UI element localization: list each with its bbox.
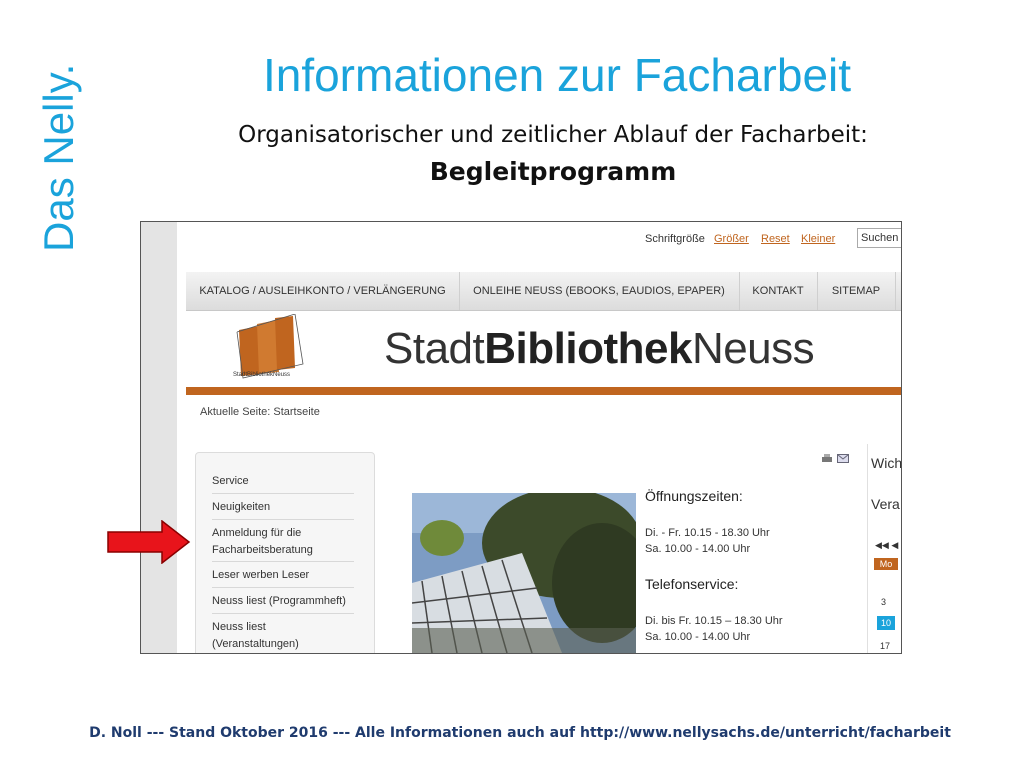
top-utility-bar: Schriftgröße Größer Reset Kleiner Suchen	[177, 222, 901, 262]
library-building-photo	[412, 493, 636, 653]
phone-service-title: Telefonservice:	[645, 576, 739, 592]
slide-subtitle: Organisatorischer und zeitlicher Ablauf …	[238, 122, 868, 148]
sidebar-menu: Service Neuigkeiten Anmeldung für die Fa…	[195, 452, 375, 653]
menu-item-facharbeitsberatung[interactable]: Anmeldung für die Facharbeitsberatung	[212, 525, 354, 562]
site-brand: StadtBibliothekNeuss	[384, 324, 815, 374]
right-heading-1: Wich	[871, 455, 902, 471]
menu-item-leser-werben[interactable]: Leser werben Leser	[212, 567, 354, 588]
nav-item-onleihe[interactable]: ONLEIHE NEUSS (EBOOKS, EAUDIOS, EPAPER)	[459, 272, 740, 310]
phone-service-line-2: Sa. 10.00 - 14.00 Uhr	[645, 631, 751, 643]
calendar-day-header: Mo	[874, 558, 898, 570]
nav-item-kontakt[interactable]: KONTAKT	[739, 272, 818, 310]
brand-stadt: Stadt	[384, 324, 485, 373]
right-column-divider	[867, 444, 868, 653]
logo-caption: StadtBibliothekNeuss	[233, 372, 291, 378]
main-nav: KATALOG / AUSLEIHKONTO / VERLÄNGERUNG ON…	[186, 272, 901, 311]
font-reset-link[interactable]: Reset	[761, 233, 790, 245]
search-input[interactable]: Suchen	[857, 228, 901, 248]
slide-title: Informationen zur Facharbeit	[262, 49, 852, 101]
brand-bibliothek: Bibliothek	[484, 324, 692, 373]
header-rule	[186, 387, 901, 395]
phone-service-line-1: Di. bis Fr. 10.15 – 18.30 Uhr	[645, 615, 783, 627]
font-larger-link[interactable]: Größer	[714, 233, 749, 245]
slide-subtitle-bold: Begleitprogramm	[429, 157, 677, 186]
slide-footer: D. Noll --- Stand Oktober 2016 --- Alle …	[89, 725, 951, 741]
menu-item-neuigkeiten[interactable]: Neuigkeiten	[212, 499, 354, 520]
calendar-nav[interactable]: ◀◀ ◀	[875, 540, 898, 551]
calendar-date-10[interactable]: 10	[877, 616, 895, 630]
nav-item-katalog[interactable]: KATALOG / AUSLEIHKONTO / VERLÄNGERUNG	[186, 272, 460, 310]
library-page: Schriftgröße Größer Reset Kleiner Suchen…	[177, 222, 902, 653]
font-smaller-link[interactable]: Kleiner	[801, 233, 835, 245]
menu-item-service[interactable]: Service	[212, 473, 354, 494]
right-heading-2: Vera	[871, 496, 900, 512]
calendar-date-17[interactable]: 17	[880, 641, 890, 651]
menu-item-neuss-liest-programm[interactable]: Neuss liest (Programmheft)	[212, 593, 354, 614]
brand-neuss: Neuss	[691, 324, 815, 373]
menu-item-neuss-liest-veranstaltungen[interactable]: Neuss liest (Veranstaltungen)	[212, 619, 354, 650]
opening-hours-line-2: Sa. 10.00 - 14.00 Uhr	[645, 543, 751, 555]
nav-item-sitemap[interactable]: SITEMAP	[817, 272, 896, 310]
website-screenshot: Schriftgröße Größer Reset Kleiner Suchen…	[140, 221, 902, 654]
mail-icon[interactable]	[837, 454, 849, 463]
print-icon[interactable]	[821, 454, 833, 464]
breadcrumb: Aktuelle Seite: Startseite	[200, 406, 320, 418]
calendar-date-3[interactable]: 3	[881, 597, 886, 607]
font-size-label: Schriftgröße	[645, 233, 705, 245]
opening-hours-line-1: Di. - Fr. 10.15 - 18.30 Uhr	[645, 527, 770, 539]
red-arrow-icon	[107, 520, 191, 564]
opening-hours-title: Öffnungszeiten:	[645, 488, 743, 504]
